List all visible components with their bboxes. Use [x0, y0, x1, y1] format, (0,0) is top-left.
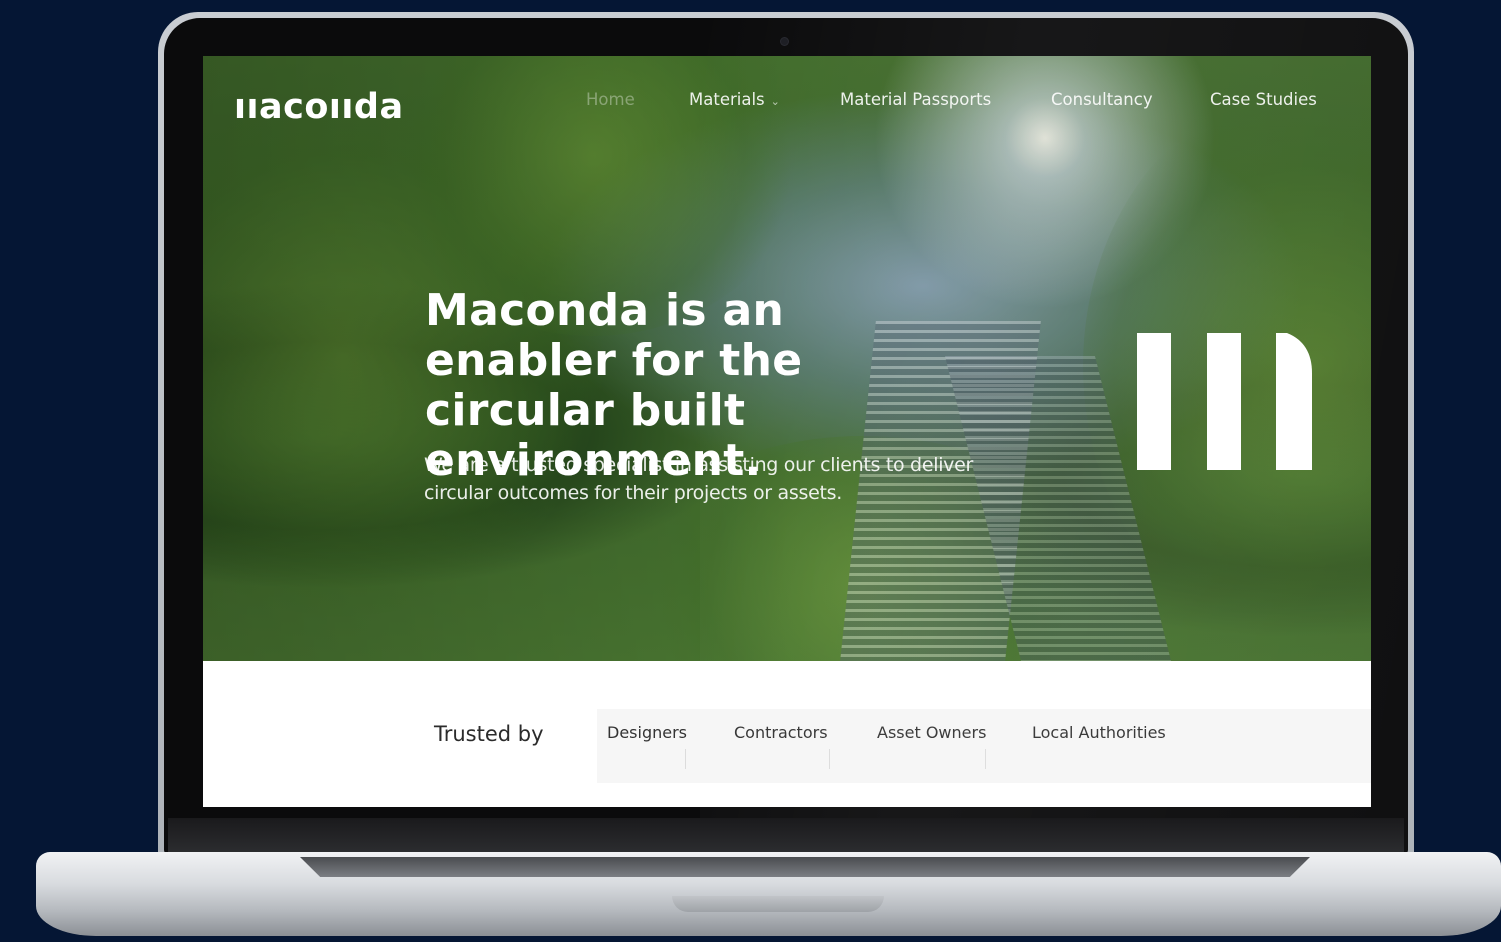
- keyboard-edge: [300, 857, 1310, 877]
- tab-asset-owners[interactable]: Asset Owners: [877, 723, 986, 742]
- hero-subline: We are a trusted specialist in assisting…: [424, 454, 974, 504]
- laptop-mockup: ııacoııda Home Materials ⌄ Material Passp…: [0, 0, 1501, 942]
- nav-home[interactable]: Home: [586, 90, 635, 110]
- browser-screen: ııacoııda Home Materials ⌄ Material Passp…: [203, 56, 1371, 807]
- nav-materials[interactable]: Materials ⌄: [689, 90, 780, 112]
- maconda-m-mark-icon: [1137, 333, 1312, 470]
- trusted-by-label: Trusted by: [434, 722, 544, 746]
- chevron-down-icon: ⌄: [770, 95, 780, 108]
- tab-designers[interactable]: Designers: [607, 723, 687, 742]
- tab-contractors[interactable]: Contractors: [734, 723, 828, 742]
- webcam-icon: [781, 38, 788, 45]
- laptop-hinge: [168, 818, 1404, 856]
- audience-tabs: Designers Contractors Asset Owners Local…: [597, 709, 1371, 783]
- tab-local-authorities[interactable]: Local Authorities: [1032, 723, 1166, 742]
- nav-material-passports[interactable]: Material Passports: [840, 90, 991, 110]
- tab-divider: [985, 749, 986, 769]
- nav-materials-label: Materials: [689, 90, 765, 109]
- tab-divider: [829, 749, 830, 769]
- nav-consultancy[interactable]: Consultancy: [1051, 90, 1153, 110]
- tab-divider: [685, 749, 686, 769]
- lid-opening-notch: [672, 896, 884, 912]
- hero-section: ııacoııda Home Materials ⌄ Material Passp…: [203, 56, 1371, 661]
- main-nav: Home Materials ⌄ Material Passports Consu…: [203, 90, 1371, 114]
- nav-case-studies[interactable]: Case Studies: [1210, 90, 1317, 110]
